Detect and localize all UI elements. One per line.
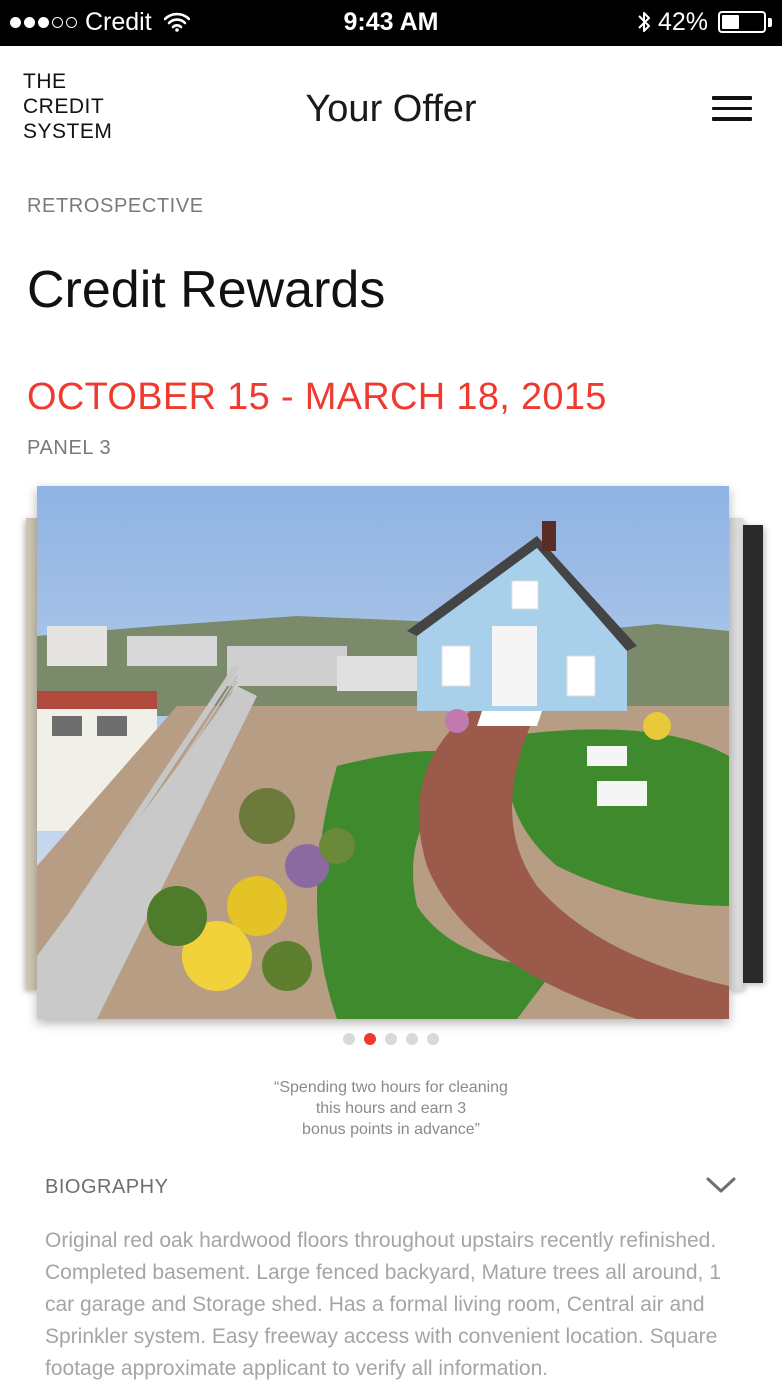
panel-label: PANEL 3	[27, 437, 112, 459]
quote-line: “Spending two hours for cleaning	[274, 1079, 508, 1096]
biography-title: BIOGRAPHY	[45, 1176, 169, 1198]
pagination-dot[interactable]	[427, 1033, 439, 1045]
quote-line: bonus points in advance”	[302, 1121, 480, 1138]
carousel-next-card[interactable]	[729, 518, 743, 990]
battery-percent: 42%	[657, 7, 708, 36]
status-bar: Credit 9:43 AM 42%	[0, 0, 782, 46]
hamburger-menu-icon[interactable]	[712, 96, 752, 126]
quote: “Spending two hours for cleaning this ho…	[191, 1077, 591, 1140]
bluetooth-icon	[638, 12, 650, 32]
pagination-dot[interactable]	[385, 1033, 397, 1045]
quote-line: this hours and earn 3	[315, 1100, 467, 1117]
pagination-dot[interactable]	[343, 1033, 355, 1045]
battery-tip	[768, 17, 772, 27]
carousel-pagination	[0, 1033, 782, 1045]
date-range: OCTOBER 15 - MARCH 18, 2015	[27, 376, 607, 418]
biography-accordion-toggle[interactable]: BIOGRAPHY	[45, 1168, 737, 1208]
chevron-down-icon[interactable]	[705, 1174, 737, 1196]
rooftop-house-photo	[37, 486, 729, 1019]
biography-text: Original red oak hardwood floors through…	[45, 1229, 721, 1380]
carousel-photo[interactable]	[37, 486, 729, 1019]
carousel-next-card-2[interactable]	[743, 525, 763, 983]
section-eyebrow: RETROSPECTIVE	[27, 195, 204, 217]
pagination-dot[interactable]	[364, 1033, 376, 1045]
battery-fill	[722, 15, 739, 29]
headline: Credit Rewards	[27, 261, 386, 319]
battery-icon	[718, 11, 766, 33]
page-title: Your Offer	[305, 88, 477, 130]
pagination-dot[interactable]	[406, 1033, 418, 1045]
status-right: 42%	[636, 8, 772, 36]
